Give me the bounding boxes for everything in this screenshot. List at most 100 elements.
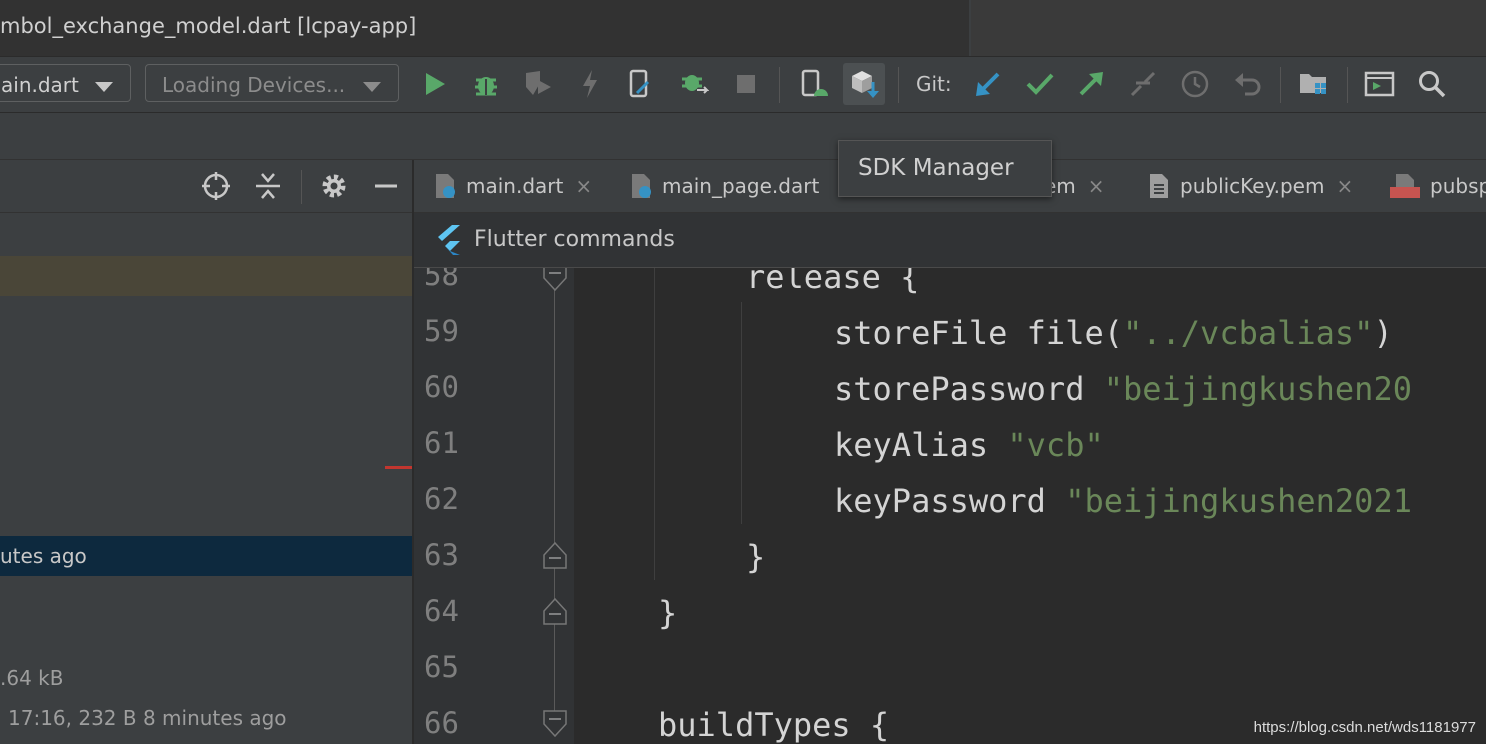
navigation-bar — [0, 113, 1486, 160]
code-line-66: buildTypes { — [658, 706, 890, 744]
fold-marker-icon[interactable] — [543, 268, 567, 292]
code-line-58: release { — [746, 268, 920, 296]
active-window-title-area: mbol_exchange_model.dart [lcpay-app] — [0, 0, 969, 56]
error-marker — [385, 466, 412, 469]
device-select-value: Loading Devices... — [162, 73, 346, 97]
hot-reload-button[interactable] — [572, 66, 608, 102]
git-push-button[interactable] — [1073, 66, 1109, 102]
sdk-box-download-icon — [852, 71, 879, 98]
arrow-up-right-icon — [1079, 72, 1103, 96]
debug-restart-button[interactable] — [676, 66, 712, 102]
tab-pem-file[interactable]: em × — [1044, 160, 1105, 212]
tab-label: main_page.dart — [662, 174, 820, 198]
run-config-select[interactable]: ain.dart — [0, 64, 131, 102]
toolbar-separator — [898, 67, 899, 103]
fold-marker-icon[interactable] — [543, 710, 567, 738]
sdk-manager-button[interactable] — [843, 63, 885, 105]
gear-icon — [322, 174, 346, 198]
debug-button[interactable] — [468, 66, 504, 102]
attach-debugger-button[interactable] — [622, 66, 658, 102]
phone-attach-icon — [629, 69, 650, 98]
checkmark-icon — [1026, 73, 1054, 95]
text-file-icon — [1150, 174, 1168, 198]
tab-main-page-dart[interactable]: main_page.dart — [630, 160, 831, 212]
search-everywhere-button[interactable] — [1414, 66, 1450, 102]
chevron-down-icon — [363, 82, 381, 92]
tab-public-key-pem[interactable]: publicKey.pem × — [1148, 160, 1353, 212]
code-line-64: } — [658, 594, 678, 632]
toolbar-separator — [1347, 67, 1348, 103]
project-structure-button[interactable] — [1296, 66, 1332, 102]
fold-marker-icon[interactable] — [543, 598, 567, 626]
selected-row[interactable]: utes ago — [0, 536, 412, 576]
collapse-icon — [256, 173, 280, 199]
bug-icon — [475, 77, 497, 96]
locate-file-button[interactable] — [199, 169, 233, 203]
stop-icon — [737, 75, 755, 93]
flutter-commands-bar: Flutter commands — [414, 213, 1486, 268]
close-icon[interactable]: × — [1088, 174, 1105, 198]
main-toolbar: ain.dart Loading Devices... Git: — [0, 57, 1486, 113]
minimize-icon — [375, 184, 397, 188]
dart-file-icon — [436, 174, 455, 198]
project-tool-window: utes ago .64 kB 17:16, 232 B 8 minutes a… — [0, 160, 414, 744]
hide-panel-button[interactable] — [369, 169, 403, 203]
tab-main-dart[interactable]: main.dart × — [434, 160, 592, 212]
line-number: 60 — [424, 370, 459, 404]
git-rollback-button[interactable] — [1230, 66, 1266, 102]
inactive-title-area — [971, 0, 1486, 56]
toolbar-separator — [1280, 67, 1281, 103]
code-editor[interactable]: 58 59 60 61 62 63 64 65 66 release { sto… — [414, 268, 1486, 744]
close-icon[interactable]: × — [575, 174, 592, 198]
run-config-value: ain.dart — [1, 73, 79, 97]
close-icon[interactable]: × — [1336, 174, 1353, 198]
folder-grid-icon — [1300, 74, 1326, 94]
fold-guide — [554, 624, 555, 714]
compare-arrows-icon — [1130, 71, 1156, 97]
tab-label: main.dart — [466, 174, 564, 198]
android-device-icon — [801, 69, 828, 97]
coverage-button[interactable] — [520, 66, 556, 102]
line-number: 59 — [424, 314, 459, 348]
line-number: 64 — [424, 594, 459, 628]
run-button[interactable] — [417, 66, 453, 102]
search-icon — [1419, 71, 1446, 98]
chevron-down-icon — [95, 82, 113, 92]
crosshair-icon — [202, 172, 230, 200]
terminal-button[interactable] — [1362, 66, 1398, 102]
code-line-60: storePassword "beijingkushen20 — [834, 370, 1412, 408]
line-number: 62 — [424, 482, 459, 516]
flutter-commands-link[interactable]: Flutter commands — [474, 227, 675, 252]
clock-icon — [1181, 70, 1209, 98]
title-bar: mbol_exchange_model.dart [lcpay-app] — [0, 0, 1486, 57]
tab-label: publicKey.pem — [1180, 174, 1325, 198]
shield-play-icon — [526, 71, 551, 95]
git-commit-button[interactable] — [1022, 66, 1058, 102]
collapse-all-button[interactable] — [251, 169, 285, 203]
bug-refresh-icon — [682, 75, 709, 94]
settings-button[interactable] — [317, 169, 351, 203]
avd-manager-button[interactable] — [796, 66, 832, 102]
line-number: 65 — [424, 650, 459, 684]
fold-marker-icon[interactable] — [543, 542, 567, 570]
git-label: Git: — [916, 72, 952, 96]
git-compare-button[interactable] — [1125, 66, 1161, 102]
watermark: https://blog.csdn.net/wds1181977 — [1253, 719, 1476, 736]
arrow-down-left-icon — [976, 72, 1000, 96]
tab-pubspec[interactable]: pubsp — [1390, 160, 1486, 212]
git-update-button[interactable] — [970, 66, 1006, 102]
line-number: 66 — [424, 706, 459, 740]
line-number: 58 — [424, 268, 459, 292]
undo-icon — [1235, 73, 1261, 96]
toolbar-separator — [779, 67, 780, 103]
highlighted-row[interactable] — [0, 256, 412, 296]
git-history-button[interactable] — [1177, 66, 1213, 102]
stop-button[interactable] — [728, 66, 764, 102]
tool-window-header — [0, 160, 412, 213]
device-select[interactable]: Loading Devices... — [145, 64, 399, 102]
tab-label: pubsp — [1430, 174, 1486, 198]
code-line-63: } — [746, 538, 766, 576]
file-info-text: 17:16, 232 B 8 minutes ago — [8, 706, 287, 730]
terminal-window-icon — [1364, 71, 1395, 97]
tooltip-text: SDK Manager — [858, 155, 1014, 181]
